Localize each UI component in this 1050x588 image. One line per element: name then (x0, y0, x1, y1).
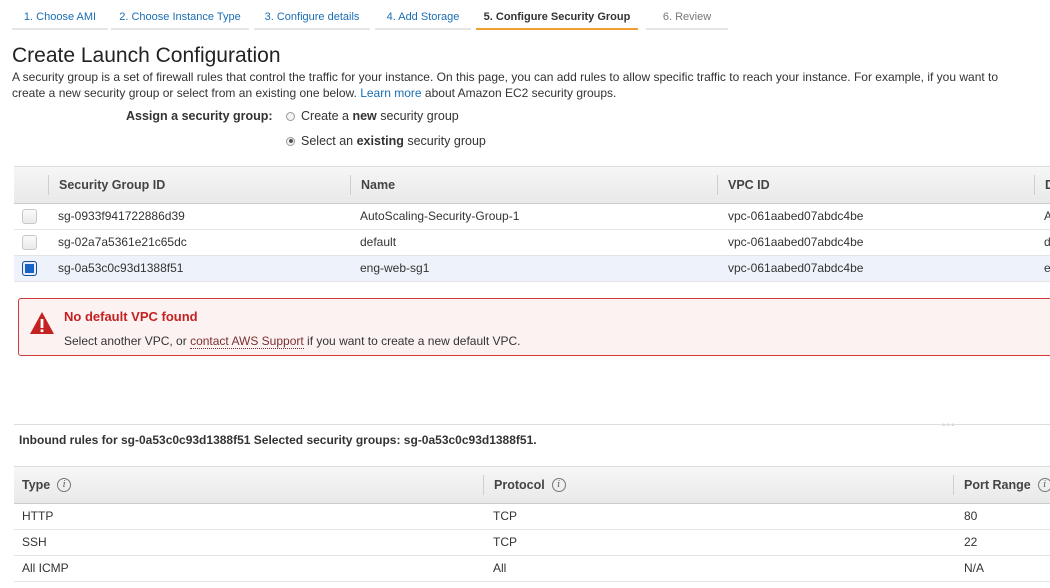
radio-select-existing-bold: existing (356, 134, 404, 148)
vpc-id: vpc-061aabed07abdc4be (728, 209, 864, 223)
column-separator (953, 475, 954, 495)
step-configure-security-group[interactable]: 5. Configure Security Group (476, 6, 638, 30)
column-header-description[interactable]: D (1045, 167, 1050, 203)
radio-create-new-suffix: security group (380, 109, 459, 123)
alert-message-prefix: Select another VPC, or (64, 334, 187, 348)
column-separator (48, 175, 49, 195)
inbound-rules-table-header: Type i Protocol i Port Range i (14, 466, 1050, 504)
radio-select-existing[interactable] (286, 136, 295, 146)
radio-select-existing-label[interactable]: Select an existing security group (301, 134, 486, 148)
rule-protocol: TCP (493, 509, 517, 523)
row-checkbox[interactable] (22, 235, 37, 250)
rule-port-range: N/A (964, 561, 985, 575)
step-choose-instance-type[interactable]: 2. Choose Instance Type (111, 6, 249, 30)
row-checkbox[interactable] (22, 209, 37, 224)
page-title: Create Launch Configuration (12, 44, 281, 67)
column-header-port-range[interactable]: Port Range i (964, 467, 1050, 503)
alert-message-suffix: if you want to create a new default VPC. (307, 334, 521, 348)
resize-handle[interactable]: ◦◦◦ (942, 420, 956, 431)
radio-create-new-bold: new (352, 109, 377, 123)
rule-protocol: All (493, 561, 507, 575)
step-configure-details[interactable]: 3. Configure details (254, 6, 370, 30)
info-icon[interactable]: i (57, 478, 72, 492)
security-groups-table-header: Security Group ID Name VPC ID D (14, 166, 1050, 204)
no-default-vpc-alert: No default VPC found Select another VPC,… (18, 298, 1050, 356)
row-checkbox[interactable] (22, 261, 37, 276)
column-header-security-group-id[interactable]: Security Group ID (59, 167, 165, 203)
vpc-id: vpc-061aabed07abdc4be (728, 235, 864, 249)
rule-port-range: 80 (964, 509, 978, 523)
column-header-protocol[interactable]: Protocol i (494, 467, 566, 503)
table-row: HTTP TCP 80 (14, 504, 1050, 530)
inbound-rules-table: Type i Protocol i Port Range i HTTP TCP … (14, 466, 1050, 582)
alert-title: No default VPC found (64, 309, 198, 324)
rule-type: All ICMP (22, 561, 69, 575)
description: d (1044, 235, 1050, 249)
intro-line-2-suffix: about Amazon EC2 security groups. (424, 86, 617, 100)
table-row[interactable]: sg-0933f941722886d39 AutoScaling-Securit… (14, 204, 1050, 230)
table-row: SSH TCP 22 (14, 530, 1050, 556)
radio-select-existing-suffix: security group (407, 134, 486, 148)
assign-security-group-label: Assign a security group: (126, 109, 273, 123)
rule-type: HTTP (22, 509, 54, 523)
table-row[interactable]: sg-02a7a5361e21c65dc default vpc-061aabe… (14, 230, 1050, 256)
radio-create-new-prefix: Create a (301, 109, 349, 123)
security-groups-table: Security Group ID Name VPC ID D sg-0933f… (14, 166, 1050, 282)
intro-line-1: A security group is a set of firewall ru… (12, 70, 999, 84)
description: e (1044, 261, 1050, 275)
radio-select-existing-security-group[interactable]: Select an existing security group (286, 134, 486, 148)
radio-create-new-security-group[interactable]: Create a new security group (286, 109, 459, 123)
vpc-id: vpc-061aabed07abdc4be (728, 261, 864, 275)
column-header-vpc-id[interactable]: VPC ID (728, 167, 770, 203)
rule-port-range: 22 (964, 535, 978, 549)
security-group-id: sg-0a53c0c93d1388f51 (58, 261, 184, 275)
rule-type: SSH (22, 535, 47, 549)
step-choose-ami[interactable]: 1. Choose AMI (12, 6, 108, 30)
security-group-id: sg-02a7a5361e21c65dc (58, 235, 187, 249)
step-review: 6. Review (646, 6, 728, 30)
rule-protocol: TCP (493, 535, 517, 549)
column-header-port-range-label: Port Range (964, 478, 1031, 492)
security-group-name: eng-web-sg1 (360, 261, 430, 275)
panel-divider (14, 424, 1050, 425)
column-separator (350, 175, 351, 195)
contact-aws-support-link[interactable]: contact AWS Support (190, 334, 304, 349)
learn-more-link[interactable]: Learn more (360, 86, 421, 100)
intro-text: A security group is a set of firewall ru… (12, 69, 1050, 101)
intro-line-2-text: create a new security group or select fr… (12, 86, 357, 100)
radio-create-new-label[interactable]: Create a new security group (301, 109, 459, 123)
security-group-id: sg-0933f941722886d39 (58, 209, 185, 223)
table-row: All ICMP All N/A (14, 556, 1050, 582)
info-icon[interactable]: i (551, 478, 566, 492)
radio-select-existing-prefix: Select an (301, 134, 354, 148)
column-header-type-label: Type (22, 478, 51, 492)
security-group-name: AutoScaling-Security-Group-1 (360, 209, 520, 223)
alert-message: Select another VPC, or contact AWS Suppo… (64, 334, 521, 349)
column-separator (1034, 175, 1035, 195)
column-header-name[interactable]: Name (361, 167, 395, 203)
column-header-type[interactable]: Type i (22, 467, 72, 503)
column-separator (717, 175, 718, 195)
security-group-name: default (360, 235, 397, 249)
intro-line-2: create a new security group or select fr… (12, 85, 1050, 101)
column-header-protocol-label: Protocol (494, 478, 545, 492)
step-add-storage[interactable]: 4. Add Storage (375, 6, 471, 30)
table-row[interactable]: sg-0a53c0c93d1388f51 eng-web-sg1 vpc-061… (14, 256, 1050, 282)
column-separator (483, 475, 484, 495)
inbound-rules-caption: Inbound rules for sg-0a53c0c93d1388f51 S… (19, 433, 537, 447)
warning-icon (30, 312, 54, 334)
radio-create-new[interactable] (286, 111, 295, 121)
description: A (1044, 209, 1050, 223)
info-icon[interactable]: i (1037, 478, 1050, 492)
